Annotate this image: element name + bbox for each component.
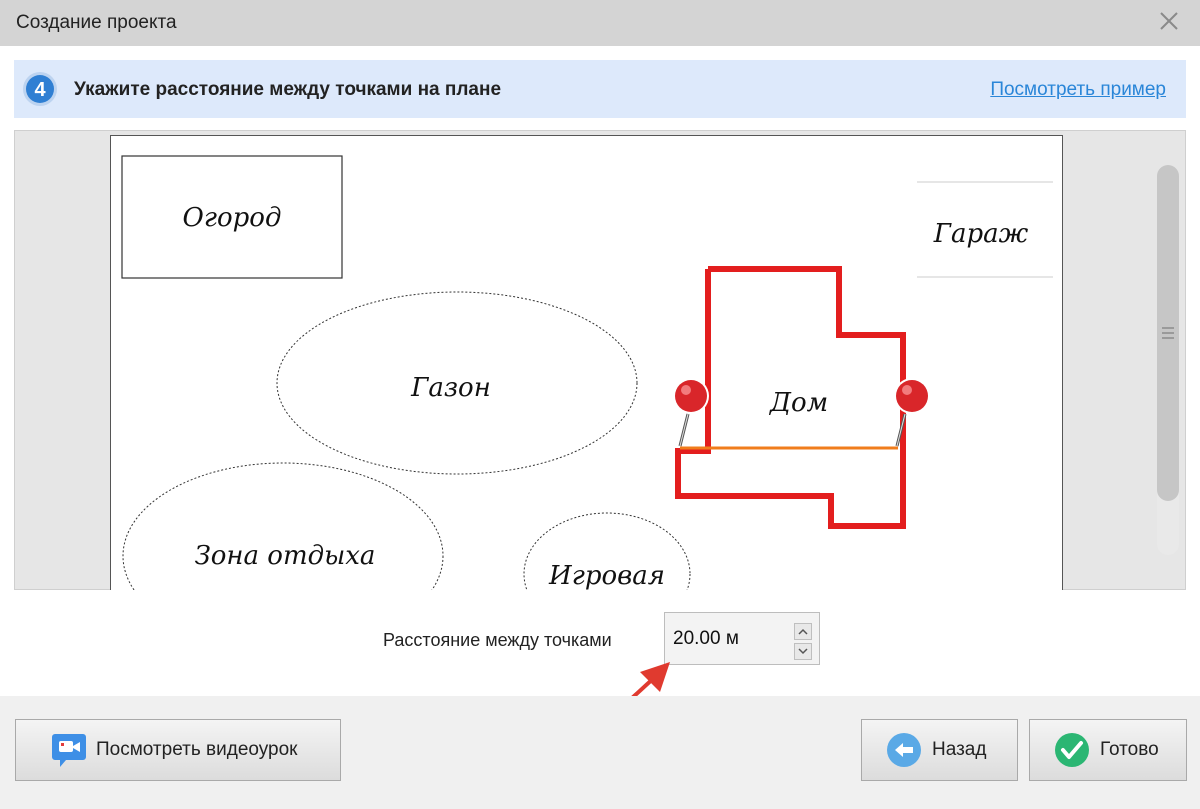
step-banner: 4 Укажите расстояние между точками на пл… (14, 60, 1186, 118)
video-camera-icon (52, 734, 86, 767)
plan-viewport: Огород Гараж Газон Зона отдыха Игровая Д… (14, 130, 1186, 590)
close-button[interactable] (1154, 6, 1184, 36)
chevron-down-icon (798, 648, 808, 655)
grip-line (1162, 337, 1174, 339)
step-number-badge: 4 (23, 72, 57, 106)
arrow-left-icon (887, 733, 921, 767)
done-label: Готово (1100, 739, 1159, 760)
checkmark-icon (1055, 733, 1089, 767)
step-number: 4 (34, 79, 46, 101)
done-button[interactable]: Готово (1029, 719, 1187, 781)
plan-canvas[interactable]: Огород Гараж Газон Зона отдыха Игровая Д… (110, 135, 1063, 590)
grip-line (1162, 332, 1174, 334)
window-title: Создание проекта (16, 12, 177, 33)
close-icon (1160, 12, 1178, 30)
back-button[interactable]: Назад (861, 719, 1018, 781)
title-bar: Создание проекта (0, 0, 1200, 46)
rest-zone-label: Зона отдыха (195, 541, 376, 571)
chevron-up-icon (798, 628, 808, 635)
vertical-scrollbar[interactable] (1157, 165, 1179, 555)
spin-down-button[interactable] (794, 643, 812, 660)
step-title: Укажите расстояние между точками на план… (74, 79, 502, 100)
map-pin-icon[interactable] (673, 378, 709, 447)
scrollbar-thumb[interactable] (1157, 165, 1179, 501)
grip-line (1162, 327, 1174, 329)
map-pin-icon[interactable] (894, 378, 930, 447)
garden-label: Огород (183, 203, 282, 233)
watch-video-button[interactable]: Посмотреть видеоурок (15, 719, 341, 781)
view-example-link[interactable]: Посмотреть пример (990, 79, 1166, 101)
back-label: Назад (932, 739, 987, 760)
distance-label: Расстояние между точками (383, 630, 612, 650)
watch-video-label: Посмотреть видеоурок (96, 739, 298, 760)
lawn-label: Газон (410, 373, 491, 403)
playground-label: Игровая (548, 561, 665, 590)
house-label: Дом (769, 388, 828, 418)
spin-up-button[interactable] (794, 623, 812, 640)
plan-drawing: Огород Гараж Газон Зона отдыха Игровая Д… (121, 155, 1053, 590)
garage-label: Гараж (933, 219, 1029, 249)
